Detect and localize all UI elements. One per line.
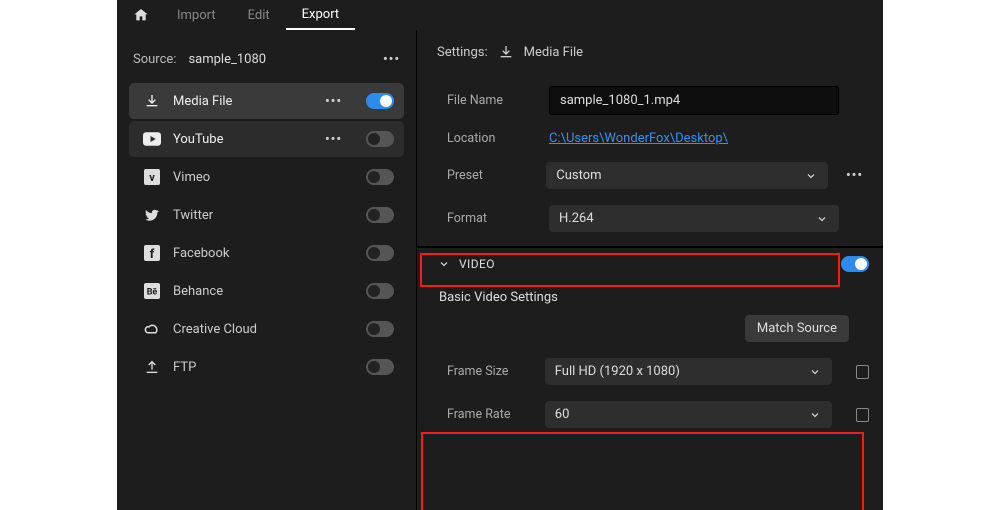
destination-toggle[interactable]	[366, 283, 394, 299]
location-row: Location C:\Users\WonderFox\Desktop\	[437, 123, 869, 154]
destinations-list: Media File ••• YouTube ••• v Vi	[129, 83, 404, 385]
destination-toggle[interactable]	[366, 245, 394, 261]
destination-label: Facebook	[173, 246, 229, 261]
frame-size-select[interactable]: Full HD (1920 x 1080)	[545, 358, 832, 385]
destination-more-button[interactable]: •••	[325, 94, 346, 109]
youtube-icon	[143, 130, 161, 148]
behance-icon: Bē	[143, 282, 161, 300]
destination-label: Behance	[173, 284, 223, 299]
match-source-row: Match Source	[437, 309, 869, 350]
video-section-toggle[interactable]	[841, 256, 869, 272]
destination-label: Twitter	[173, 208, 213, 223]
tab-edit[interactable]: Edit	[232, 0, 286, 30]
home-icon	[133, 7, 149, 23]
facebook-icon: f	[143, 244, 161, 262]
destination-vimeo[interactable]: v Vimeo •••	[129, 159, 404, 195]
chevron-down-icon	[815, 212, 829, 226]
filename-row: File Name sample_1080_1.mp4	[437, 78, 869, 123]
video-section-header[interactable]: VIDEO	[437, 256, 869, 272]
svg-text:Bē: Bē	[147, 288, 158, 298]
settings-label: Settings:	[437, 45, 488, 60]
frame-size-label: Frame Size	[437, 364, 533, 379]
media-file-icon	[143, 92, 161, 110]
video-section-title: VIDEO	[459, 257, 495, 271]
ftp-upload-icon	[143, 358, 161, 376]
destination-label: FTP	[173, 360, 196, 375]
source-row: Source: sample_1080 •••	[129, 46, 404, 83]
frame-size-lock-checkbox[interactable]	[856, 365, 869, 379]
destination-toggle[interactable]	[366, 169, 394, 185]
destination-behance[interactable]: Bē Behance •••	[129, 273, 404, 309]
destination-media-file[interactable]: Media File •••	[129, 83, 404, 119]
frame-rate-value: 60	[555, 407, 570, 422]
frame-rate-row: Frame Rate 60	[437, 393, 869, 436]
export-app-window: Import Edit Export Source: sample_1080 •…	[117, 0, 883, 510]
frame-rate-select[interactable]: 60	[545, 401, 832, 428]
format-label: Format	[437, 211, 537, 226]
filename-label: File Name	[437, 93, 537, 108]
source-more-button[interactable]: •••	[383, 52, 400, 67]
destination-label: Creative Cloud	[173, 322, 257, 337]
svg-text:f: f	[150, 247, 155, 261]
destination-toggle[interactable]	[366, 131, 394, 147]
destination-toggle[interactable]	[366, 359, 394, 375]
basic-video-settings-heading: Basic Video Settings	[437, 272, 869, 309]
settings-header: Settings: Media File	[437, 44, 869, 78]
format-row: Format H.264	[437, 197, 869, 240]
chevron-down-icon	[808, 365, 822, 379]
top-tabbar: Import Edit Export	[117, 0, 883, 30]
section-separator	[417, 246, 883, 248]
match-source-button[interactable]: Match Source	[745, 315, 849, 342]
main-area: Source: sample_1080 ••• Media File •••	[117, 30, 883, 510]
format-value: H.264	[559, 211, 594, 226]
destination-label: YouTube	[173, 132, 224, 147]
destination-label: Vimeo	[173, 170, 210, 185]
video-settings-highlight-annotation	[421, 432, 864, 510]
destination-toggle[interactable]	[366, 207, 394, 223]
tab-export[interactable]: Export	[286, 0, 356, 30]
source-label: Source:	[133, 52, 176, 67]
destination-twitter[interactable]: Twitter •••	[129, 197, 404, 233]
destination-youtube[interactable]: YouTube •••	[129, 121, 404, 157]
tab-import[interactable]: Import	[161, 0, 232, 30]
frame-rate-lock-checkbox[interactable]	[856, 408, 869, 422]
chevron-down-icon	[437, 257, 451, 271]
home-button[interactable]	[121, 0, 161, 30]
export-settings-panel: Settings: Media File File Name sample_10…	[417, 30, 883, 510]
filename-input[interactable]: sample_1080_1.mp4	[549, 86, 839, 115]
preset-more-button[interactable]: •••	[840, 168, 869, 183]
format-select[interactable]: H.264	[549, 205, 839, 232]
chevron-down-icon	[804, 169, 818, 183]
location-link[interactable]: C:\Users\WonderFox\Desktop\	[549, 131, 728, 146]
frame-size-value: Full HD (1920 x 1080)	[555, 364, 680, 379]
destination-toggle[interactable]	[366, 321, 394, 337]
preset-label: Preset	[437, 168, 534, 183]
export-left-panel: Source: sample_1080 ••• Media File •••	[117, 30, 417, 510]
frame-rate-label: Frame Rate	[437, 407, 533, 422]
preset-value: Custom	[556, 168, 601, 183]
destination-more-button[interactable]: •••	[325, 132, 346, 147]
svg-text:v: v	[149, 171, 155, 184]
media-file-icon	[498, 44, 514, 60]
destination-ftp[interactable]: FTP •••	[129, 349, 404, 385]
preset-row: Preset Custom •••	[437, 154, 869, 197]
preset-select[interactable]: Custom	[546, 162, 828, 189]
settings-destination-name: Media File	[524, 45, 583, 60]
creative-cloud-icon	[143, 320, 161, 338]
frame-size-row: Frame Size Full HD (1920 x 1080)	[437, 350, 869, 393]
destination-creative-cloud[interactable]: Creative Cloud •••	[129, 311, 404, 347]
chevron-down-icon	[808, 408, 822, 422]
destination-label: Media File	[173, 94, 232, 109]
destination-facebook[interactable]: f Facebook •••	[129, 235, 404, 271]
vimeo-icon: v	[143, 168, 161, 186]
source-value: sample_1080	[188, 52, 266, 67]
twitter-icon	[143, 206, 161, 224]
location-label: Location	[437, 131, 537, 146]
destination-toggle[interactable]	[366, 93, 394, 109]
